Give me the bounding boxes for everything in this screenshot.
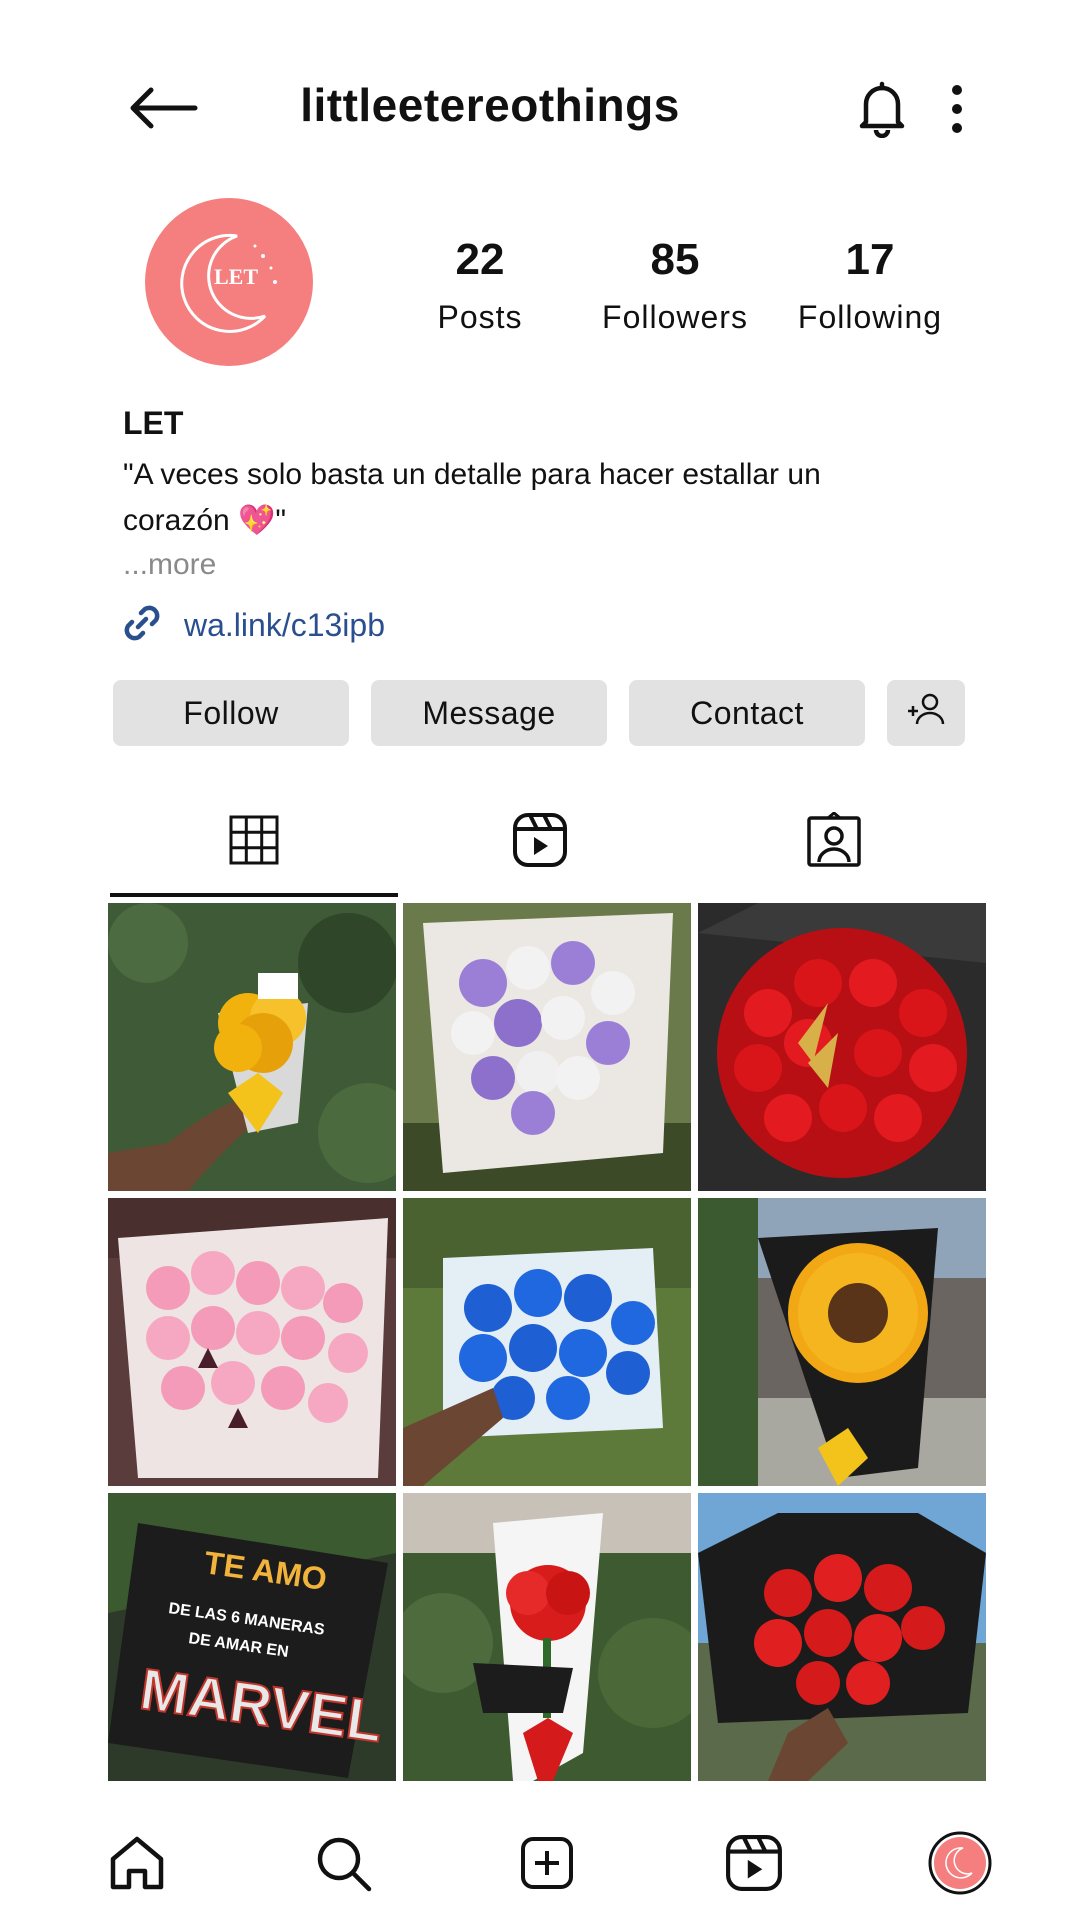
active-tab-indicator bbox=[110, 893, 398, 897]
grid-icon bbox=[229, 815, 279, 870]
posts-grid: TE AMO DE LAS 6 MANERAS DE AMAR EN MARVE… bbox=[108, 903, 989, 1781]
follow-button[interactable]: Follow bbox=[113, 680, 349, 746]
suggested-accounts-button[interactable] bbox=[887, 680, 965, 746]
profile-avatar-icon bbox=[927, 1830, 993, 1901]
nav-search[interactable] bbox=[308, 1830, 378, 1900]
more-options-icon[interactable] bbox=[945, 84, 969, 134]
following-count[interactable]: 17 Following bbox=[780, 235, 960, 336]
bell-icon[interactable] bbox=[852, 78, 912, 139]
tab-posts-grid[interactable] bbox=[110, 790, 398, 895]
home-icon bbox=[107, 1833, 167, 1898]
followers-count[interactable]: 85 Followers bbox=[585, 235, 765, 336]
following-label: Following bbox=[797, 299, 943, 335]
post-thumbnail-te-amo-marvel[interactable]: TE AMO DE LAS 6 MANERAS DE AMAR EN MARVE… bbox=[108, 1493, 396, 1781]
post-thumbnail-single-red-rose[interactable] bbox=[403, 1493, 691, 1781]
link-icon bbox=[120, 601, 164, 650]
top-bar: littleetereothings bbox=[0, 0, 1080, 200]
post-thumbnail-sunflower[interactable] bbox=[698, 1198, 986, 1486]
followers-label: Followers bbox=[602, 299, 748, 335]
nav-home[interactable] bbox=[102, 1830, 172, 1900]
post-thumbnail-blue-roses[interactable] bbox=[403, 1198, 691, 1486]
posts-label: Posts bbox=[437, 299, 523, 335]
profile-link-text: wa.link/c13ipb bbox=[184, 606, 385, 643]
reels-icon bbox=[512, 812, 568, 873]
nav-profile[interactable] bbox=[925, 1830, 995, 1900]
profile-display-name: LET bbox=[123, 405, 184, 441]
message-button[interactable]: Message bbox=[371, 680, 607, 746]
add-person-icon bbox=[904, 691, 948, 735]
reels-icon bbox=[725, 1834, 783, 1897]
tab-tagged[interactable] bbox=[690, 790, 978, 895]
nav-create[interactable] bbox=[512, 1830, 582, 1900]
nav-reels[interactable] bbox=[719, 1830, 789, 1900]
tab-reels[interactable] bbox=[396, 790, 684, 895]
bottom-navigation bbox=[0, 1810, 1080, 1920]
contact-button[interactable]: Contact bbox=[629, 680, 865, 746]
profile-username: littleetereothings bbox=[300, 79, 680, 131]
post-thumbnail-yellow-roses[interactable] bbox=[108, 903, 396, 1191]
tagged-icon bbox=[806, 811, 862, 873]
post-thumbnail-pink-roses[interactable] bbox=[108, 1198, 396, 1486]
followers-number: 85 bbox=[650, 235, 700, 284]
bio-more-link[interactable]: ...more bbox=[123, 548, 216, 582]
search-icon bbox=[313, 1833, 373, 1898]
post-thumbnail-black-red-roses[interactable] bbox=[698, 1493, 986, 1781]
create-icon bbox=[519, 1835, 575, 1896]
post-thumbnail-purple-white-roses[interactable] bbox=[403, 903, 691, 1191]
following-number: 17 bbox=[845, 235, 895, 284]
profile-bio: "A veces solo basta un detalle para hace… bbox=[123, 458, 821, 537]
profile-link[interactable]: wa.link/c13ipb bbox=[120, 600, 385, 650]
posts-number: 22 bbox=[455, 235, 505, 284]
avatar-logo-text: LET bbox=[213, 264, 259, 289]
profile-avatar[interactable]: LET bbox=[145, 198, 313, 366]
post-thumbnail-red-rose-box[interactable] bbox=[698, 903, 986, 1191]
posts-count[interactable]: 22 Posts bbox=[390, 235, 570, 336]
